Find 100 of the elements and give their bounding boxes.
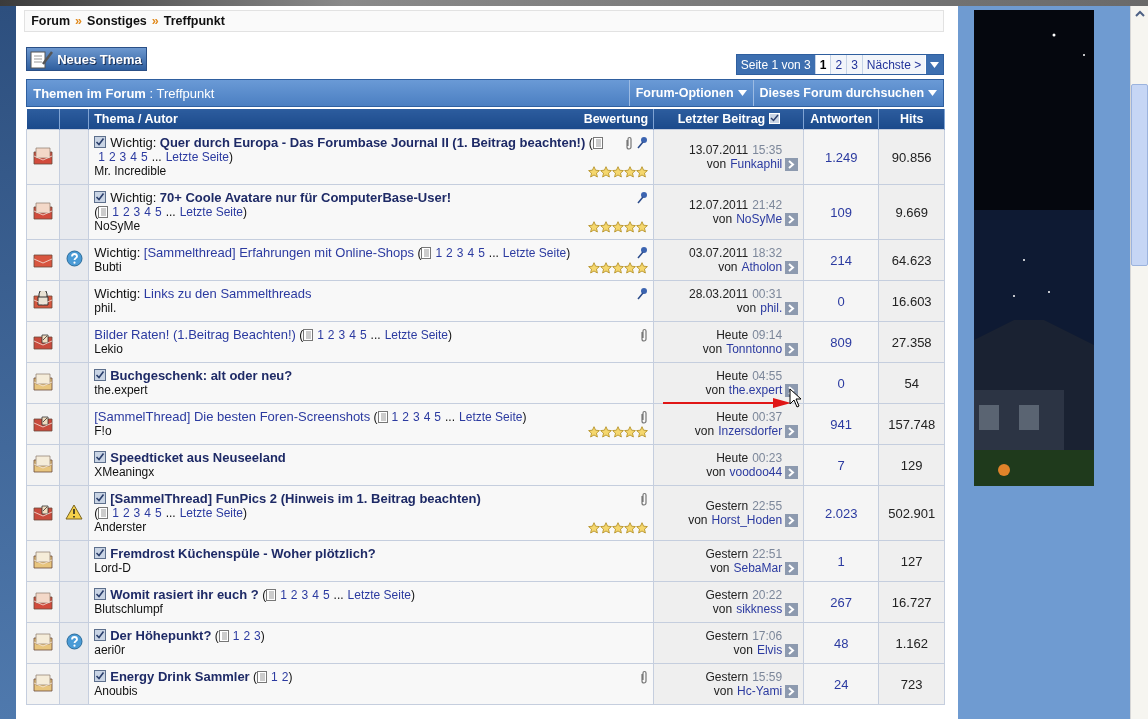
last-poster-link[interactable]: NoSyMe [736,212,783,226]
thread-title-link[interactable]: Quer durch Europa - Das Forumbase Journal II (1. Beitrag beachten!) [159,135,586,150]
page-link[interactable]: 4 [467,246,475,260]
page-link[interactable]: 1 [317,328,324,342]
replies-count[interactable]: 214 [830,252,853,268]
last-poster-link[interactable]: Inzersdorfer [718,424,783,438]
go-to-post-icon[interactable] [785,561,799,575]
go-to-post-icon[interactable] [785,260,799,274]
scrollbar-thumb[interactable] [1131,84,1148,266]
page-link[interactable]: 5 [359,328,367,342]
next-page-link[interactable]: Nächste > [861,55,926,74]
thread-title-link[interactable]: Fremdrost Küchenspüle - Woher plötzlich? [110,546,376,561]
hits-column-header[interactable]: Hits [878,109,945,130]
replies-count[interactable]: 1.249 [824,149,858,165]
page-link[interactable]: 5 [434,410,441,424]
replies-count[interactable]: 809 [830,334,853,350]
sort-icon[interactable] [768,113,780,124]
breadcrumb-link[interactable]: Forum [31,14,71,28]
page-link[interactable]: 2 [281,670,289,684]
page-link[interactable]: 4 [312,588,319,602]
go-to-post-icon[interactable] [785,602,799,616]
page-link[interactable]: 3 [456,246,464,260]
replies-column-header[interactable]: Antworten [803,109,879,130]
page-link[interactable]: 4 [349,328,356,342]
thread-title-link[interactable]: [SammelThread] FunPics 2 (Hinweis im 1. Beitrag beachten) [110,491,481,506]
last-poster-link[interactable]: the.expert [728,383,783,397]
last-page-link[interactable]: Letzte Seite [165,150,230,164]
page-link[interactable]: 4 [423,410,431,424]
replies-count[interactable]: 267 [830,594,853,610]
last-page-link[interactable]: Letzte Seite [179,506,244,520]
page-link[interactable]: 2 [122,506,130,520]
page-link[interactable]: 4 [144,205,151,219]
last-page-link[interactable]: Letzte Seite [384,328,448,342]
page-link[interactable]: 1 [271,670,278,684]
page-link[interactable]: 3 [254,629,261,643]
page-link[interactable]: 3 [338,328,346,342]
replies-count[interactable]: 48 [834,635,849,651]
page-link[interactable]: 2 [402,410,409,424]
page-link[interactable]: 5 [154,205,162,219]
thread-title-link[interactable]: Buchgeschenk: alt oder neu? [110,368,293,383]
last-poster-link[interactable]: SebaMar [733,561,783,575]
last-poster-link[interactable]: voodoo44 [729,465,783,479]
thread-title-link[interactable]: [SammelThread] Die besten Foren-Screenshots [94,409,371,424]
last-page-link[interactable]: Letzte Seite [502,246,567,260]
page-link[interactable]: 1 [280,588,287,602]
scrollbar[interactable] [1130,6,1148,719]
last-poster-link[interactable]: Tonntonno [726,342,783,356]
page-link[interactable]: 3 [133,205,141,219]
last-post-column-title[interactable]: Letzter Beitrag [677,112,766,126]
thread-title-link[interactable]: Links zu den Sammelthreads [143,286,312,301]
last-poster-link[interactable]: phil. [760,301,783,315]
go-to-post-icon[interactable] [785,301,799,315]
go-to-post-icon[interactable] [785,424,799,438]
page-link[interactable]: 1 [232,629,240,643]
go-to-post-icon[interactable] [785,212,799,226]
new-thread-button[interactable]: Neues Thema [26,47,147,71]
page-link[interactable]: 1 [391,410,399,424]
thread-title-link[interactable]: Energy Drink Sammler [110,669,250,684]
thread-title-link[interactable]: Bilder Raten! (1.Beitrag Beachten!) [94,327,296,342]
replies-count[interactable]: 24 [834,676,849,692]
last-page-link[interactable]: Letzte Seite [179,205,244,219]
last-page-link[interactable]: Letzte Seite [347,588,411,602]
last-page-link[interactable]: Letzte Seite [459,410,523,424]
go-to-post-icon[interactable] [785,513,799,527]
thread-title-link[interactable]: Der Höhepunkt? [110,628,212,643]
rating-column-title[interactable]: Bewertung [583,112,649,126]
go-to-post-icon[interactable] [785,342,799,356]
last-poster-link[interactable]: Atholon [741,260,783,274]
page-link[interactable]: 5 [154,506,162,520]
thread-title-link[interactable]: Speedticket aus Neuseeland [110,450,286,465]
replies-count[interactable]: 0 [837,293,845,309]
replies-count[interactable]: 7 [837,457,845,473]
page-menu-button[interactable] [925,55,944,74]
replies-count[interactable]: 1 [837,553,845,569]
page-link[interactable]: 2 [290,588,298,602]
replies-count[interactable]: 941 [830,416,853,432]
page-link[interactable]: 3 [846,55,862,74]
breadcrumb-link[interactable]: Treffpunkt [163,14,225,28]
page-link[interactable]: 1 [435,246,443,260]
page-link[interactable]: 3 [133,506,141,520]
go-to-post-icon[interactable] [785,643,799,657]
thread-title-link[interactable]: 70+ Coole Avatare nur für ComputerBase-User! [159,190,452,205]
page-link[interactable]: 1 [112,205,119,219]
breadcrumb-link[interactable]: Sonstiges [87,14,147,28]
go-to-post-icon[interactable] [785,684,799,698]
page-link[interactable]: 2 [122,205,130,219]
last-poster-link[interactable]: Hc-Yami [737,684,783,698]
page-link[interactable]: 5 [478,246,485,260]
last-poster-link[interactable]: Horst_Hoden [711,513,783,527]
page-link[interactable]: 4 [130,150,137,164]
replies-count[interactable]: 0 [837,375,845,391]
page-link[interactable]: 2 [243,629,251,643]
thread-title-link[interactable]: Womit rasiert ihr euch ? [110,587,259,602]
page-link[interactable]: 4 [144,506,151,520]
thread-column-title[interactable]: Thema / Autor [94,112,178,126]
replies-count[interactable]: 2.023 [824,505,858,521]
last-poster-link[interactable]: sikkness [736,602,783,616]
page-link[interactable]: 1 [98,150,105,164]
page-link[interactable]: 1 [112,506,119,520]
page-link[interactable]: 3 [412,410,420,424]
